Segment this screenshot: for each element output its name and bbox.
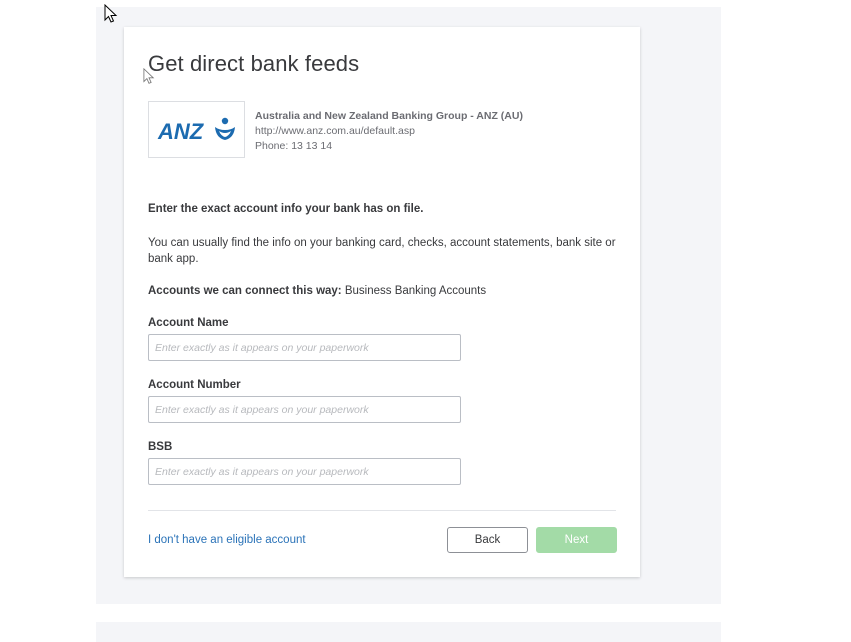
instructions-text: You can usually find the info on your ba… <box>148 237 616 265</box>
bank-phone: Phone: 13 13 14 <box>255 140 333 152</box>
account-name-input[interactable] <box>148 334 461 361</box>
mouse-pointer-icon <box>104 4 118 23</box>
eligible-accounts-label: Accounts we can connect this way: <box>148 285 342 297</box>
bsb-input[interactable] <box>148 458 461 485</box>
mouse-pointer-icon-secondary <box>143 68 155 84</box>
account-name-label: Account Name <box>148 317 229 329</box>
bank-feeds-dialog: Get direct bank feeds ANZ Australia and … <box>124 27 640 577</box>
anz-logo-icon: ANZ <box>157 117 235 144</box>
bank-name: Australia and New Zealand Banking Group … <box>255 110 523 122</box>
instructions-heading: Enter the exact account info your bank h… <box>148 203 424 215</box>
anz-logo-text: ANZ <box>157 119 205 144</box>
eligible-accounts-value: Business Banking Accounts <box>344 285 487 297</box>
bsb-label: BSB <box>148 441 173 453</box>
next-button[interactable]: Next <box>536 527 617 553</box>
bank-logo: ANZ <box>148 101 245 158</box>
account-number-label: Account Number <box>148 379 241 391</box>
eligible-accounts: Accounts we can connect this way: Busine… <box>148 285 486 297</box>
bank-details: Australia and New Zealand Banking Group … <box>255 109 523 154</box>
account-number-input[interactable] <box>148 396 461 423</box>
no-eligible-account-link[interactable]: I don't have an eligible account <box>148 534 306 546</box>
back-button[interactable]: Back <box>447 527 528 553</box>
footer-divider <box>148 510 616 511</box>
page-title: Get direct bank feeds <box>148 51 360 76</box>
page-backdrop-lower <box>96 622 721 642</box>
bank-url: http://www.anz.com.au/default.asp <box>255 125 415 137</box>
